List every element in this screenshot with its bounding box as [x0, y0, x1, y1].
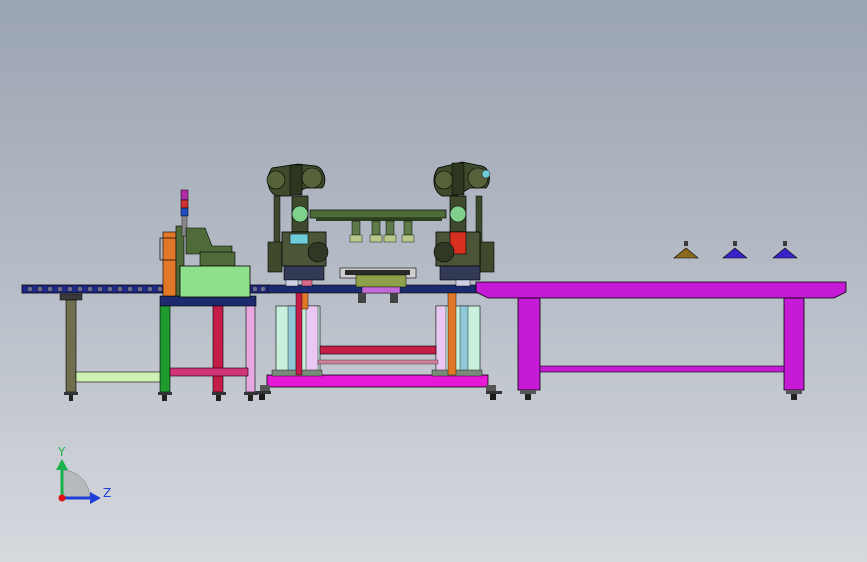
- cad-viewport[interactable]: Y Z: [0, 0, 867, 562]
- right-robot: [433, 161, 495, 287]
- coordinate-triad-icon: Y Z: [56, 445, 111, 504]
- y-axis-label: Y: [57, 445, 66, 459]
- assembly-drawing: Y Z: [21, 161, 847, 504]
- loading-station: [158, 189, 258, 401]
- z-axis-label: Z: [103, 486, 111, 500]
- workbench: [475, 241, 847, 400]
- left-robot: [266, 163, 329, 287]
- robot-cell: [255, 161, 502, 400]
